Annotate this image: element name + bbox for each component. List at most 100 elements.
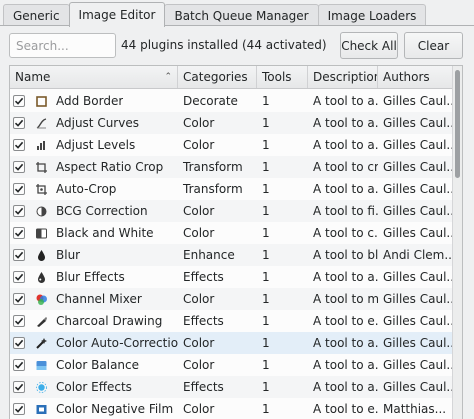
tab-generic[interactable]: Generic	[3, 4, 70, 26]
plugin-name: Blur	[56, 248, 81, 262]
cell-tools: 1	[262, 248, 270, 262]
table-row[interactable]: Auto-Crop Transform 1 A tool to a... Gilles …	[10, 178, 453, 200]
column-header-tools[interactable]: Tools	[257, 66, 308, 88]
cell-tools: 1	[262, 182, 270, 196]
tab-batch-queue-manager[interactable]: Batch Queue Manager	[164, 4, 319, 26]
enable-checkbox[interactable]	[13, 293, 25, 305]
blur-icon	[35, 249, 48, 262]
cell-category: Decorate	[183, 94, 238, 108]
table-row[interactable]: Black and White Color 1 A tool to c... Gille…	[10, 222, 453, 244]
cell-description: A tool to a...	[313, 116, 378, 130]
table-row[interactable]: BCG Correction Color 1 A tool to fi... Gille…	[10, 200, 453, 222]
enable-checkbox[interactable]	[13, 227, 25, 239]
cell-category: Effects	[183, 270, 224, 284]
table-body: Add Border Decorate 1 A tool to a... Gilles …	[10, 90, 453, 419]
plugin-name: Black and White	[56, 226, 154, 240]
table-row[interactable]: Color Auto-Correction Color 1 A tool to a..…	[10, 332, 453, 354]
plugin-name: Add Border	[56, 94, 124, 108]
enable-checkbox[interactable]	[13, 359, 25, 371]
plugin-name: BCG Correction	[56, 204, 148, 218]
cell-authors: Gilles Caul...	[383, 358, 453, 372]
cell-category: Color	[183, 358, 215, 372]
cell-description: A tool to bl...	[313, 248, 378, 262]
cell-authors: Gilles Caul...	[383, 160, 453, 174]
table-row[interactable]: Color Balance Color 1 A tool to a... Gilles …	[10, 354, 453, 376]
cell-description: A tool to a...	[313, 138, 378, 152]
search-input[interactable]	[9, 33, 116, 58]
plugin-name: Blur Effects	[56, 270, 125, 284]
column-header-description[interactable]: Description	[308, 66, 378, 88]
plugin-name: Color Negative Film	[56, 402, 174, 416]
enable-checkbox[interactable]	[13, 117, 25, 129]
cell-description: A tool to a...	[313, 358, 378, 372]
enable-checkbox[interactable]	[13, 95, 25, 107]
enable-checkbox[interactable]	[13, 315, 25, 327]
cell-category: Color	[183, 204, 215, 218]
plugins-table: Name ⌃ Categories Tools Description Auth…	[9, 65, 463, 419]
enable-checkbox[interactable]	[13, 183, 25, 195]
bcg-icon	[35, 205, 48, 218]
cell-tools: 1	[262, 138, 270, 152]
enable-checkbox[interactable]	[13, 161, 25, 173]
column-header-categories[interactable]: Categories	[178, 66, 257, 88]
table-row[interactable]: Blur Effects Effects 1 A tool to a... Gilles…	[10, 266, 453, 288]
table-row[interactable]: Aspect Ratio Crop Transform 1 A tool to cr.…	[10, 156, 453, 178]
cell-category: Color	[183, 116, 215, 130]
cell-category: Color	[183, 336, 215, 350]
table-row[interactable]: Blur Enhance 1 A tool to bl... Andi Clem...	[10, 244, 453, 266]
scrollbar-thumb[interactable]	[455, 70, 460, 178]
tab-image-editor[interactable]: Image Editor	[68, 2, 166, 27]
table-row[interactable]: Charcoal Drawing Effects 1 A tool to e... Gi…	[10, 310, 453, 332]
cell-description: A tool to a...	[313, 380, 378, 394]
enable-checkbox[interactable]	[13, 337, 25, 349]
table-row[interactable]: Adjust Levels Color 1 A tool to a... Gilles …	[10, 134, 453, 156]
column-header-authors[interactable]: Authors	[378, 66, 453, 88]
auto-crop-icon	[35, 183, 48, 196]
ratio-crop-icon	[35, 161, 48, 174]
cell-category: Transform	[183, 182, 243, 196]
cell-authors: Gilles Caul...	[383, 94, 453, 108]
cell-description: A tool to c...	[313, 226, 378, 240]
tab-image-loaders[interactable]: Image Loaders	[317, 4, 427, 26]
table-row[interactable]: Channel Mixer Color 1 A tool to m... Gilles …	[10, 288, 453, 310]
cell-name: Black and White	[10, 222, 178, 244]
enable-checkbox[interactable]	[13, 381, 25, 393]
table-row[interactable]: Adjust Curves Color 1 A tool to a... Gilles …	[10, 112, 453, 134]
auto-correction-icon	[35, 337, 48, 350]
cell-authors: Gilles Caul...	[383, 314, 453, 328]
border-icon	[35, 95, 48, 108]
enable-checkbox[interactable]	[13, 139, 25, 151]
cell-authors: Gilles Caul...	[383, 138, 453, 152]
enable-checkbox[interactable]	[13, 249, 25, 261]
charcoal-icon	[35, 315, 48, 328]
enable-checkbox[interactable]	[13, 205, 25, 217]
column-header-name[interactable]: Name ⌃	[10, 66, 178, 88]
clear-button[interactable]: Clear	[404, 32, 463, 59]
cell-category: Effects	[183, 380, 224, 394]
cell-description: A tool to m...	[313, 292, 378, 306]
vertical-scrollbar[interactable]	[452, 66, 462, 419]
cell-authors: Gilles Caul...	[383, 204, 453, 218]
table-row[interactable]: Color Negative Film Color 1 A tool to e... M…	[10, 398, 453, 419]
cell-description: A tool to e...	[313, 402, 378, 416]
cell-tools: 1	[262, 226, 270, 240]
enable-checkbox[interactable]	[13, 271, 25, 283]
cell-description: A tool to a...	[313, 336, 378, 350]
negative-film-icon	[35, 403, 48, 416]
cell-tools: 1	[262, 380, 270, 394]
cell-authors: Gilles Caul...	[383, 380, 453, 394]
table-row[interactable]: Color Effects Effects 1 A tool to a... Gille…	[10, 376, 453, 398]
enable-checkbox[interactable]	[13, 403, 25, 415]
cell-name: Color Negative Film	[10, 398, 178, 419]
cell-description: A tool to e...	[313, 314, 378, 328]
check-all-button[interactable]: Check All	[340, 32, 398, 59]
curves-icon	[35, 117, 48, 130]
blur-effects-icon	[35, 271, 48, 284]
cell-category: Enhance	[183, 248, 235, 262]
cell-tools: 1	[262, 270, 270, 284]
table-row[interactable]: Add Border Decorate 1 A tool to a... Gilles …	[10, 90, 453, 112]
cell-name: Color Effects	[10, 376, 178, 398]
cell-tools: 1	[262, 160, 270, 174]
plugin-name: Aspect Ratio Crop	[56, 160, 164, 174]
cell-name: Color Balance	[10, 354, 178, 376]
